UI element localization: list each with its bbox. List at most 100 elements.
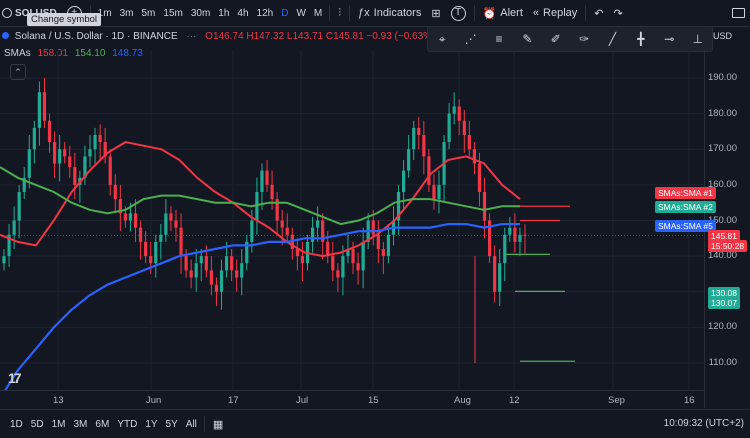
calendar-icon: ▦ [212, 418, 224, 431]
candle-body [93, 135, 97, 150]
candle-body [113, 184, 117, 200]
sma-line [0, 166, 520, 226]
candle-body [32, 127, 36, 150]
chart-canvas[interactable] [0, 0, 704, 390]
candle-body [300, 256, 305, 264]
candle-body [235, 270, 239, 278]
candle-body [285, 227, 289, 235]
candle-body [240, 263, 244, 278]
price-tick: 170.00 [707, 143, 737, 155]
candle-body [219, 270, 224, 292]
candle-body [316, 220, 320, 228]
currency-selector[interactable]: USD [713, 31, 732, 41]
range-1d[interactable]: 1D [6, 419, 27, 430]
sma-tag: SMAs:SMA #2 [655, 201, 716, 213]
candle-body [462, 120, 466, 135]
candle-body [295, 249, 299, 257]
candle-body [518, 234, 522, 242]
range-all[interactable]: All [182, 419, 201, 430]
candle-body [37, 92, 42, 128]
candle-body [250, 220, 254, 242]
candle-body [417, 127, 421, 135]
candle-body [351, 249, 355, 264]
date-range-button[interactable]: ▦ [208, 411, 228, 437]
candle-body [361, 241, 365, 271]
time-label: 13 [53, 395, 64, 406]
time-label: Jul [296, 395, 309, 406]
time-label: 12 [509, 395, 520, 406]
candle-body [412, 127, 416, 150]
range-1y[interactable]: 1Y [141, 419, 161, 430]
candle-body [482, 192, 487, 221]
candle-body [42, 92, 47, 121]
candle-body [371, 220, 375, 235]
candle-body [356, 263, 360, 271]
price-tick: 180.00 [707, 107, 737, 119]
countdown-tag: 15:50:28 [708, 240, 748, 252]
change-symbol-tooltip: Change symbol [27, 13, 102, 26]
fullscreen-icon [732, 8, 745, 18]
candle-body [169, 213, 173, 221]
candle-body [68, 156, 72, 168]
candle-body [17, 192, 21, 221]
candle-body [331, 256, 335, 271]
candle-body [508, 227, 512, 235]
candle-body [184, 256, 188, 271]
candle-body [209, 270, 213, 285]
range-5y[interactable]: 5Y [162, 419, 182, 430]
candle-body [503, 234, 507, 264]
candle-body [452, 106, 456, 114]
time-axis[interactable]: 13 Jun 17 Jul 15 Aug 12 Sep 16 [0, 390, 704, 409]
candle-body [523, 234, 527, 236]
clock[interactable]: 10:09:32 (UTC+2) [664, 418, 744, 429]
candle-body [265, 170, 269, 185]
candle-body [138, 227, 143, 242]
candle-body [108, 156, 112, 185]
fullscreen-button[interactable] [727, 0, 750, 26]
candle-body [214, 284, 219, 292]
candle-body [457, 106, 461, 121]
candle-body [447, 113, 451, 143]
time-label: Sep [608, 395, 625, 406]
time-label: Jun [146, 395, 162, 406]
divider [203, 416, 205, 432]
candle-body [402, 170, 406, 192]
time-label: Aug [454, 395, 471, 406]
candle-body [98, 135, 102, 143]
range-5d[interactable]: 5D [27, 419, 48, 430]
candle-body [199, 256, 203, 264]
range-3m[interactable]: 3M [70, 419, 92, 430]
candle-body [310, 227, 315, 242]
time-label: 17 [228, 395, 239, 406]
candle-body [336, 270, 340, 278]
candle-body [12, 220, 16, 235]
candle-body [73, 167, 77, 185]
candle-body [133, 213, 138, 228]
candle-body [58, 149, 62, 164]
candle-body [179, 227, 183, 257]
candle-body [88, 149, 92, 157]
candle-body [260, 170, 264, 192]
candle-body [230, 256, 234, 271]
tradingview-logo: 17 [8, 370, 22, 386]
candle-body [123, 213, 127, 221]
range-list: 1D 5D 1M 3M 6M YTD 1Y 5Y All [0, 419, 201, 430]
price-tick: 110.00 [708, 357, 737, 368]
candle-body [341, 256, 345, 278]
candle-body [204, 256, 208, 271]
range-1m[interactable]: 1M [48, 419, 70, 430]
candle-body [513, 227, 517, 242]
candle-body [159, 234, 163, 242]
candle-body [467, 135, 471, 150]
candle-body [407, 149, 411, 171]
range-ytd[interactable]: YTD [113, 419, 141, 430]
candle-body [47, 120, 52, 143]
time-label: 15 [368, 395, 379, 406]
candle-body [189, 270, 193, 278]
range-6m[interactable]: 6M [91, 419, 113, 430]
time-label: 16 [684, 395, 695, 406]
candle-body [477, 163, 482, 192]
candle-body [2, 256, 6, 264]
candle-body [174, 220, 178, 228]
candle-body [427, 156, 431, 185]
